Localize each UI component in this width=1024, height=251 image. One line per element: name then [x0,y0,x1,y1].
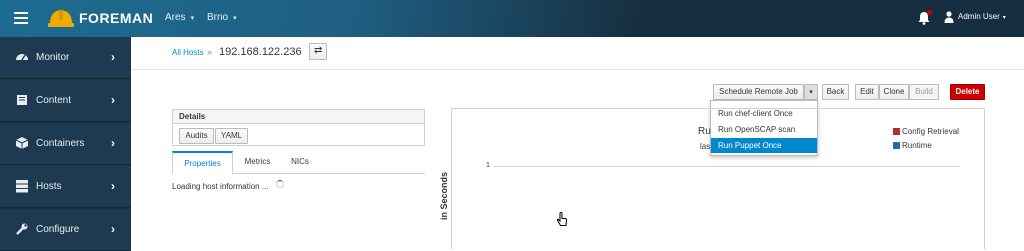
sidebar-item-label: Hosts [36,181,62,192]
organization-label: Ares [165,12,186,23]
runtime-chart-panel: Ru las Config Retrieval Runtime 1 in Sec… [439,108,985,249]
chevron-right-icon: › [111,136,115,150]
location-switcher[interactable]: Brno ▾ [207,12,237,23]
chevron-right-icon: › [111,93,115,107]
yaml-button[interactable]: YAML [215,128,248,144]
chevron-right-icon: › [111,179,115,193]
host-tabs: Properties Metrics NICs [172,151,425,174]
sidebar-item-label: Monitor [36,52,70,63]
schedule-remote-job-button[interactable]: Schedule Remote Job [713,84,804,100]
sidebar-item-configure[interactable]: Configure › [0,209,131,251]
chevron-right-icon: › [111,222,115,236]
details-panel: Details Audits YAML [172,109,425,146]
chart-subtitle: las [700,142,711,151]
cube-icon [15,137,29,149]
build-button[interactable]: Build [909,84,939,100]
brand-name[interactable]: FOREMAN [79,10,153,26]
server-icon [16,180,28,193]
sidebar: Monitor › Content › Containers › Hosts › [0,37,131,251]
user-menu[interactable]: Admin User ▾ [958,12,1006,21]
user-name: Admin User [958,12,1000,21]
breadcrumb-all-hosts-link[interactable]: All Hosts [172,48,204,57]
tab-nics[interactable]: NICs [282,151,318,174]
y-axis-label: in Seconds [439,171,449,220]
breadcrumb-separator: » [207,47,213,57]
schedule-remote-job-dropdown-toggle[interactable]: ▾ [804,84,818,100]
mouse-pointer-icon [556,212,568,226]
legend-swatch-config-retrieval [893,128,900,135]
sidebar-item-monitor[interactable]: Monitor › [0,37,131,79]
sidebar-item-hosts[interactable]: Hosts › [0,166,131,208]
location-label: Brno [207,12,229,23]
chevron-down-icon: ▾ [233,15,237,22]
book-icon [17,95,27,105]
top-navbar: FOREMAN Ares ▾ Brno ▾ Admin User ▾ [0,0,1024,37]
user-avatar-icon [944,11,954,23]
page-title: 192.168.122.236 [219,46,302,58]
legend-label-config-retrieval[interactable]: Config Retrieval [902,127,959,136]
delete-button[interactable]: Delete [950,84,985,100]
tab-metrics[interactable]: Metrics [235,151,280,174]
dashboard-icon [16,54,28,61]
sidebar-item-label: Configure [36,224,80,235]
notification-badge [927,10,932,15]
audits-button[interactable]: Audits [179,128,214,144]
chevron-down-icon: ▾ [809,89,813,96]
legend-label-runtime[interactable]: Runtime [902,141,932,150]
sidebar-item-content[interactable]: Content › [0,80,131,122]
loading-text: Loading host information ... [172,182,269,191]
breadcrumb: All Hosts » 192.168.122.236 ⇄ [131,37,1024,70]
wrench-icon [16,223,28,235]
sidebar-item-label: Containers [36,138,85,149]
exchange-icon: ⇄ [314,45,323,56]
y-axis-tick-label: 1 [486,162,490,169]
switch-host-button[interactable]: ⇄ [309,43,327,60]
chart-gridline [494,166,959,167]
foreman-helmet-logo-icon [48,10,74,27]
sidebar-item-containers[interactable]: Containers › [0,123,131,165]
clone-button[interactable]: Clone [879,84,909,100]
chevron-right-icon: › [111,50,115,64]
hamburger-menu-icon[interactable] [14,12,28,24]
legend-swatch-runtime [893,142,900,149]
loading-spinner-icon [276,180,284,188]
edit-button[interactable]: Edit [855,84,879,100]
details-heading: Details [173,110,424,124]
chart-title: Ru [698,126,711,137]
chevron-down-icon: ▾ [1002,15,1006,21]
back-button[interactable]: Back [822,84,849,100]
tab-properties[interactable]: Properties [172,151,233,174]
chevron-down-icon: ▾ [190,15,195,22]
organization-switcher[interactable]: Ares ▾ [165,12,194,23]
sidebar-item-label: Content [36,95,72,106]
